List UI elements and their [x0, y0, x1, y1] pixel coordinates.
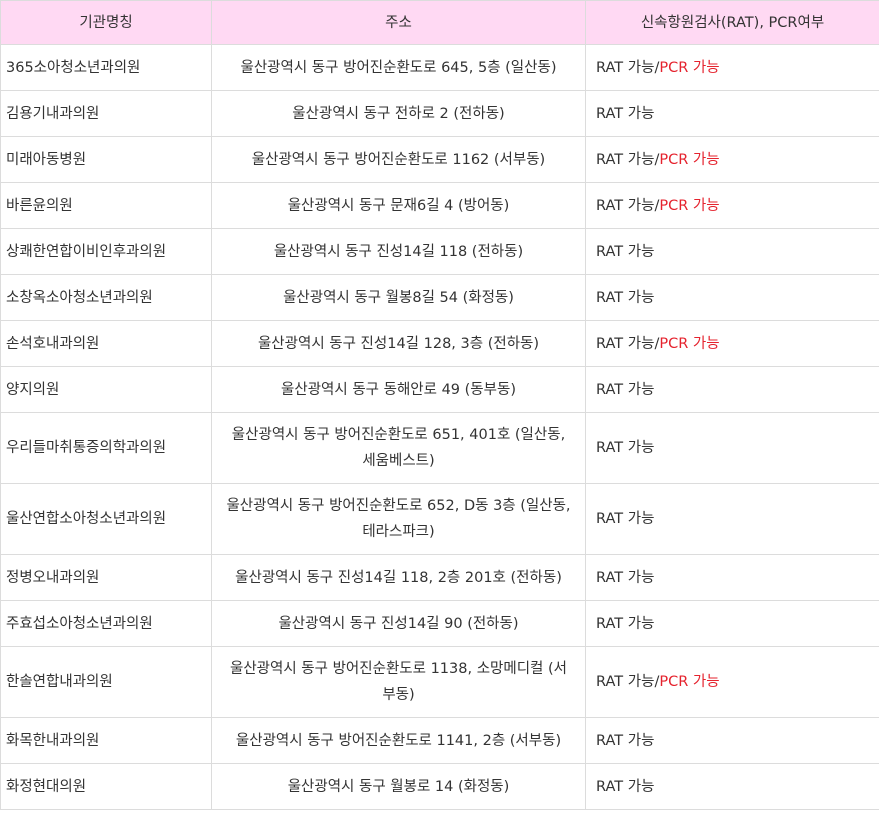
- rat-status: RAT 가능: [596, 732, 655, 749]
- rat-status: RAT 가능: [596, 243, 655, 260]
- header-test-availability: 신속항원검사(RAT), PCR여부: [585, 0, 879, 45]
- table-header-row: 기관명칭 주소 신속항원검사(RAT), PCR여부: [0, 0, 879, 45]
- table-row: 화목한내과의원 울산광역시 동구 방어진순환도로 1141, 2층 (서부동) …: [0, 717, 879, 764]
- table-row: 울산연합소아청소년과의원 울산광역시 동구 방어진순환도로 652, D동 3층…: [0, 483, 879, 555]
- institution-name: 화목한내과의원: [0, 717, 212, 764]
- table-row: 정병오내과의원 울산광역시 동구 진성14길 118, 2층 201호 (전하동…: [0, 554, 879, 601]
- institution-name: 양지의원: [0, 366, 212, 413]
- pcr-status: PCR 가능: [659, 59, 720, 76]
- address: 울산광역시 동구 전하로 2 (전하동): [211, 90, 586, 137]
- address: 울산광역시 동구 문재6길 4 (방어동): [211, 182, 586, 229]
- test-availability: RAT 가능/PCR 가능: [585, 182, 879, 229]
- institution-name: 미래아동병원: [0, 136, 212, 183]
- table-row: 바른윤의원 울산광역시 동구 문재6길 4 (방어동) RAT 가능/PCR 가…: [0, 182, 879, 229]
- address: 울산광역시 동구 방어진순환도로 652, D동 3층 (일산동, 테라스파크): [211, 483, 586, 555]
- address: 울산광역시 동구 방어진순환도로 1162 (서부동): [211, 136, 586, 183]
- address: 울산광역시 동구 진성14길 90 (전하동): [211, 600, 586, 647]
- rat-status: RAT 가능: [596, 511, 655, 527]
- rat-status: RAT 가능: [596, 151, 655, 168]
- address: 울산광역시 동구 진성14길 128, 3층 (전하동): [211, 320, 586, 367]
- test-availability: RAT 가능/PCR 가능: [585, 646, 879, 718]
- test-availability: RAT 가능: [585, 90, 879, 137]
- institution-name: 바른윤의원: [0, 182, 212, 229]
- address: 울산광역시 동구 방어진순환도로 1138, 소망메디컬 (서부동): [211, 646, 586, 718]
- rat-status: RAT 가능: [596, 381, 655, 398]
- rat-status: RAT 가능: [596, 289, 655, 306]
- rat-status: RAT 가능: [596, 615, 655, 632]
- table-row: 손석호내과의원 울산광역시 동구 진성14길 128, 3층 (전하동) RAT…: [0, 320, 879, 367]
- test-availability: RAT 가능/PCR 가능: [585, 136, 879, 183]
- test-availability: RAT 가능: [585, 228, 879, 275]
- institution-name: 화정현대의원: [0, 763, 212, 810]
- table-row: 김용기내과의원 울산광역시 동구 전하로 2 (전하동) RAT 가능: [0, 90, 879, 137]
- institution-name: 정병오내과의원: [0, 554, 212, 601]
- pcr-status: PCR 가능: [659, 151, 720, 168]
- address: 울산광역시 동구 방어진순환도로 1141, 2층 (서부동): [211, 717, 586, 764]
- institution-name: 한솔연합내과의원: [0, 646, 212, 718]
- pcr-status: PCR 가능: [659, 197, 720, 214]
- header-address: 주소: [211, 0, 586, 45]
- header-institution-name: 기관명칭: [0, 0, 212, 45]
- test-availability: RAT 가능: [585, 483, 879, 555]
- test-availability: RAT 가능: [585, 412, 879, 484]
- test-availability: RAT 가능/PCR 가능: [585, 44, 879, 91]
- address: 울산광역시 동구 방어진순환도로 651, 401호 (일산동, 세움베스트): [211, 412, 586, 484]
- test-availability: RAT 가능: [585, 366, 879, 413]
- rat-status: RAT 가능: [596, 440, 655, 456]
- institution-name: 우리들마취통증의학과의원: [0, 412, 212, 484]
- address: 울산광역시 동구 진성14길 118, 2층 201호 (전하동): [211, 554, 586, 601]
- table-row: 365소아청소년과의원 울산광역시 동구 방어진순환도로 645, 5층 (일산…: [0, 44, 879, 91]
- test-availability: RAT 가능/PCR 가능: [585, 320, 879, 367]
- test-availability: RAT 가능: [585, 274, 879, 321]
- institution-name: 울산연합소아청소년과의원: [0, 483, 212, 555]
- table-row: 화정현대의원 울산광역시 동구 월봉로 14 (화정동) RAT 가능: [0, 763, 879, 810]
- table-row: 양지의원 울산광역시 동구 동해안로 49 (동부동) RAT 가능: [0, 366, 879, 413]
- table-row: 주효섭소아청소년과의원 울산광역시 동구 진성14길 90 (전하동) RAT …: [0, 600, 879, 647]
- address: 울산광역시 동구 동해안로 49 (동부동): [211, 366, 586, 413]
- test-availability: RAT 가능: [585, 554, 879, 601]
- pcr-status: PCR 가능: [659, 674, 720, 690]
- table-row: 우리들마취통증의학과의원 울산광역시 동구 방어진순환도로 651, 401호 …: [0, 412, 879, 484]
- rat-status: RAT 가능: [596, 105, 655, 122]
- pcr-status: PCR 가능: [659, 335, 720, 352]
- test-availability: RAT 가능: [585, 600, 879, 647]
- institution-name: 손석호내과의원: [0, 320, 212, 367]
- address: 울산광역시 동구 월봉로 14 (화정동): [211, 763, 586, 810]
- table-row: 소창옥소아청소년과의원 울산광역시 동구 월봉8길 54 (화정동) RAT 가…: [0, 274, 879, 321]
- address: 울산광역시 동구 월봉8길 54 (화정동): [211, 274, 586, 321]
- rat-status: RAT 가능: [596, 197, 655, 214]
- rat-status: RAT 가능: [596, 335, 655, 352]
- address: 울산광역시 동구 방어진순환도로 645, 5층 (일산동): [211, 44, 586, 91]
- test-availability: RAT 가능: [585, 763, 879, 810]
- institution-name: 상쾌한연합이비인후과의원: [0, 228, 212, 275]
- clinic-table: 기관명칭 주소 신속항원검사(RAT), PCR여부 365소아청소년과의원 울…: [0, 0, 879, 810]
- rat-status: RAT 가능: [596, 569, 655, 586]
- institution-name: 김용기내과의원: [0, 90, 212, 137]
- rat-status: RAT 가능: [596, 674, 655, 690]
- test-availability: RAT 가능: [585, 717, 879, 764]
- rat-status: RAT 가능: [596, 778, 655, 795]
- institution-name: 주효섭소아청소년과의원: [0, 600, 212, 647]
- table-row: 미래아동병원 울산광역시 동구 방어진순환도로 1162 (서부동) RAT 가…: [0, 136, 879, 183]
- rat-status: RAT 가능: [596, 59, 655, 76]
- table-row: 한솔연합내과의원 울산광역시 동구 방어진순환도로 1138, 소망메디컬 (서…: [0, 646, 879, 718]
- institution-name: 365소아청소년과의원: [0, 44, 212, 91]
- address: 울산광역시 동구 진성14길 118 (전하동): [211, 228, 586, 275]
- table-row: 상쾌한연합이비인후과의원 울산광역시 동구 진성14길 118 (전하동) RA…: [0, 228, 879, 275]
- institution-name: 소창옥소아청소년과의원: [0, 274, 212, 321]
